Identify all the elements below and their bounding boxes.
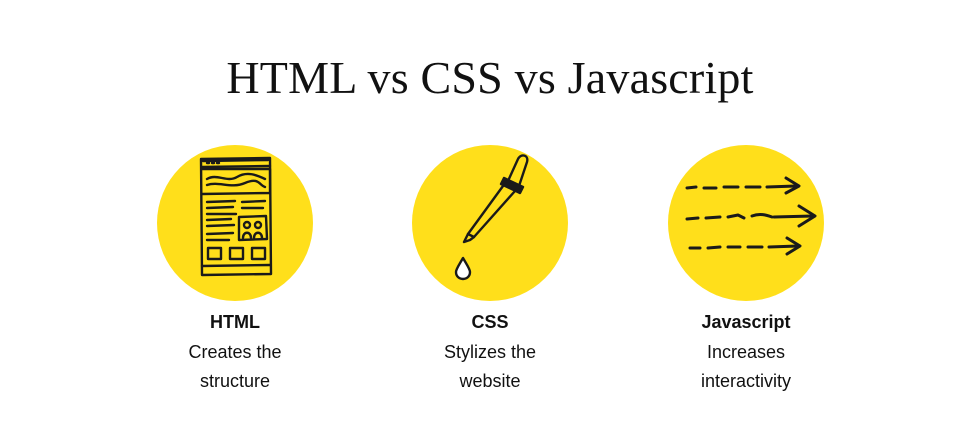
html-description: Creates the structure [115,338,355,396]
html-card: HTML Creates the structure [115,145,355,405]
css-description-line-2: website [459,371,521,391]
javascript-description: Increases interactivity [626,338,866,396]
javascript-card: Javascript Increases interactivity [626,145,866,405]
html-circle [157,145,313,301]
javascript-label: Javascript [701,312,791,332]
css-description: Stylizes the website [370,338,610,396]
css-description-line-1: Stylizes the [443,342,537,362]
javascript-description-line-2: interactivity [700,371,792,391]
eyedropper-icon [454,154,529,281]
motion-arrows-icon [685,176,817,256]
html-label: HTML [210,312,260,332]
html-description-line-2: structure [199,371,271,391]
webpage-wireframe-icon [199,156,273,277]
css-label: CSS [471,312,509,332]
html-description-line-1: Creates the [188,342,282,362]
page-title: HTML vs CSS vs Javascript [226,52,754,103]
javascript-description-line-1: Increases [706,342,786,362]
javascript-circle [668,145,824,301]
css-card: CSS Stylizes the website [370,145,610,405]
css-circle [412,145,568,301]
